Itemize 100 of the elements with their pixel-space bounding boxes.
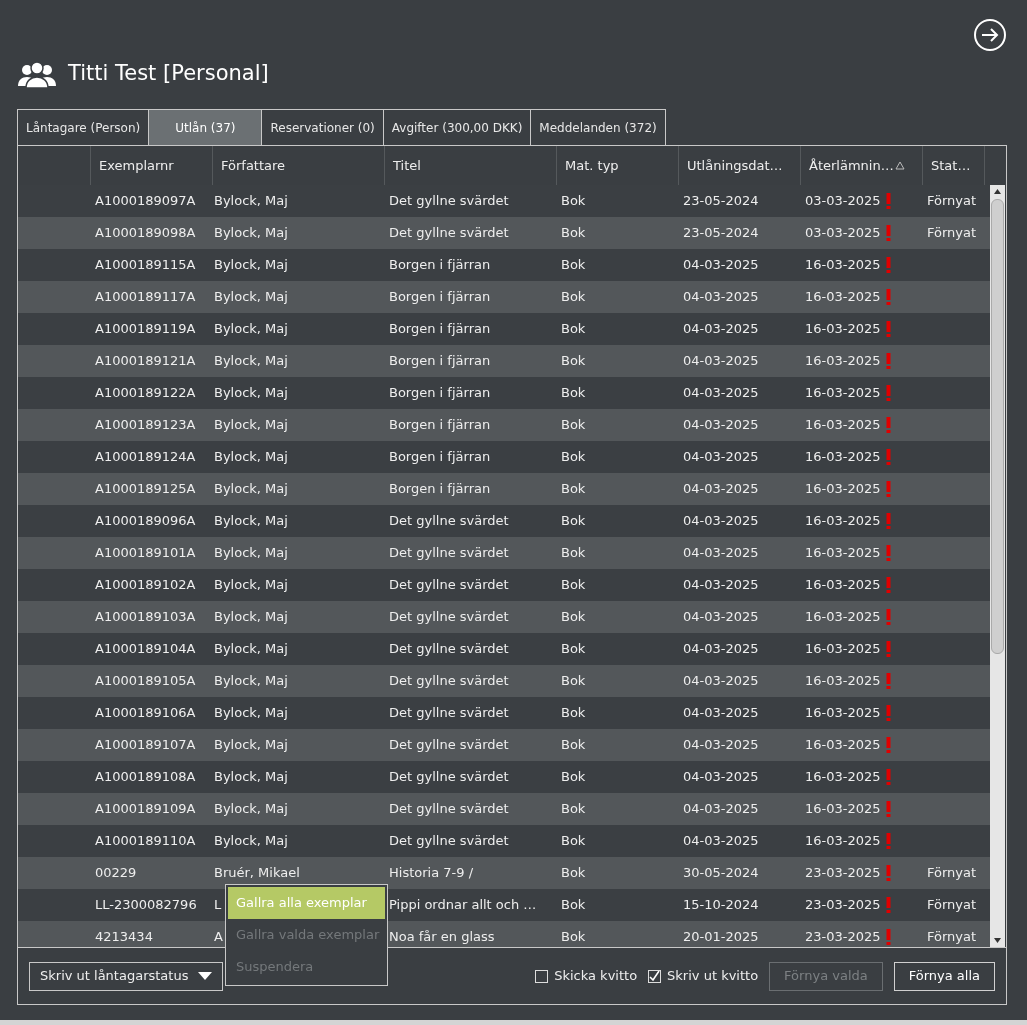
table-cell-text: Förnyat (927, 864, 977, 883)
table-cell-text: Förnyat (927, 928, 977, 947)
table-cell-text: 16-03-2025 (805, 832, 881, 851)
table-cell-text: 16-03-2025 (805, 320, 881, 339)
table-cell-text: 16-03-2025 (805, 288, 881, 307)
table-cell-text: Bylock, Maj (214, 704, 288, 723)
checkbox-label: Skriv ut kvitto (667, 967, 759, 986)
table-cell-text: Bylock, Maj (214, 608, 288, 627)
table-cell-text: Bok (561, 448, 586, 467)
arrow-right-icon[interactable] (973, 18, 1007, 52)
table-cell-text: Bok (561, 800, 586, 819)
table-cell-text: Förnyat (927, 224, 977, 243)
table-cell-text: L (214, 896, 222, 915)
checkbox[interactable] (535, 969, 549, 983)
table-cell-text: Bok (561, 224, 586, 243)
table-cell-text: Bylock, Maj (214, 768, 288, 787)
table-cell-text: 16-03-2025 (805, 736, 881, 755)
table-cell-text: 16-03-2025 (805, 512, 881, 531)
table-cell-text: A1000189124A (95, 448, 196, 467)
table-cell-text: A1000189107A (95, 736, 196, 755)
table-cell-text: Bok (561, 704, 586, 723)
table-cell-text: Bok (561, 864, 586, 883)
scrollbar-thumb[interactable] (991, 199, 1004, 654)
table-cell-text: LL-2300082796 (95, 896, 197, 915)
table-cell-text: Bylock, Maj (214, 384, 288, 403)
table-cell-text: Det gyllne svärdet (389, 640, 509, 659)
table-cell-text: Bok (561, 576, 586, 595)
scrollbar[interactable] (990, 185, 1005, 947)
table-cell-text: Det gyllne svärdet (389, 192, 509, 211)
table-cell-text: 16-03-2025 (805, 800, 881, 819)
table-cell-text: Bok (561, 736, 586, 755)
table-cell-text: Borgen i fjärran (389, 384, 491, 403)
table-cell-text: Bylock, Maj (214, 512, 288, 531)
tab[interactable]: Låntagare (Person) (17, 109, 150, 145)
table-cell-text: Borgen i fjärran (389, 256, 491, 275)
table-cell-text: A1000189115A (95, 256, 196, 275)
table-cell-text: Bok (561, 512, 586, 531)
table-cell-text: 23-03-2025 (805, 896, 881, 915)
table-cell-text: 16-03-2025 (805, 416, 881, 435)
table-cell-text: 16-03-2025 (805, 672, 881, 691)
table-cell-text: Förnyat (927, 192, 977, 211)
print-status-dropdown[interactable]: Skriv ut låntagarstatus (29, 961, 224, 991)
tab[interactable]: Meddelanden (372) (530, 109, 666, 145)
table-cell-text: Bylock, Maj (214, 480, 288, 499)
table-cell-text: 04-03-2025 (683, 352, 759, 371)
table-cell-text: A1000189123A (95, 416, 196, 435)
people-icon (18, 60, 56, 88)
table-cell-text: 04-03-2025 (683, 288, 759, 307)
table-cell-text: 16-03-2025 (805, 608, 881, 627)
table-cell-text: 00229 (95, 864, 137, 883)
table-cell-text: A (214, 928, 223, 947)
table-cell-text: 23-05-2024 (683, 224, 759, 243)
table-cell-text: Bruér, Mikael (214, 864, 300, 883)
table-cell-text: Bok (561, 384, 586, 403)
table-cell-text: Bok (561, 192, 586, 211)
checkbox[interactable] (648, 969, 662, 983)
table-cell-text: 16-03-2025 (805, 640, 881, 659)
table-cell-text: 15-10-2024 (683, 896, 759, 915)
table-cell-text: Bylock, Maj (214, 256, 288, 275)
table-cell-text: Borgen i fjärran (389, 480, 491, 499)
table-cell-text: Bylock, Maj (214, 576, 288, 595)
table-cell-text: 04-03-2025 (683, 640, 759, 659)
table-cell-text: Noa får en glass (389, 928, 495, 947)
table-cell-text: 04-03-2025 (683, 672, 759, 691)
table-cell-text: A1000189097A (95, 192, 196, 211)
page-title: Titti Test [Personal] (68, 60, 269, 88)
table-cell-text: 16-03-2025 (805, 448, 881, 467)
table-cell-text: Bok (561, 352, 586, 371)
checkbox-label: Skicka kvitto (554, 967, 638, 986)
table-cell-text: Bok (561, 608, 586, 627)
table-cell-text: Bylock, Maj (214, 800, 288, 819)
table-cell-text: Bylock, Maj (214, 224, 288, 243)
table-cell-text: 04-03-2025 (683, 576, 759, 595)
table-cell-text: 03-03-2025 (805, 224, 881, 243)
table-cell-text: Bylock, Maj (214, 640, 288, 659)
table-cell-text: 03-03-2025 (805, 192, 881, 211)
table-cell-text: A1000189103A (95, 608, 196, 627)
table-cell-text: 4213434 (95, 928, 153, 947)
table-cell-text: Bylock, Maj (214, 672, 288, 691)
table-cell-text: Bok (561, 832, 586, 851)
table-cell-text: A1000189110A (95, 832, 196, 851)
table-cell-text: Bylock, Maj (214, 448, 288, 467)
table-cell-text: Bylock, Maj (214, 416, 288, 435)
table-cell-text: Bylock, Maj (214, 544, 288, 563)
tab[interactable]: Utlån (37) (148, 109, 263, 145)
table-cell-text: 04-03-2025 (683, 800, 759, 819)
table-cell-text: Borgen i fjärran (389, 288, 491, 307)
table-cell-text: 04-03-2025 (683, 832, 759, 851)
table-cell-text: 16-03-2025 (805, 352, 881, 371)
table-cell-text: A1000189108A (95, 768, 196, 787)
table-cell-text: A1000189098A (95, 224, 196, 243)
table-cell-text: 16-03-2025 (805, 384, 881, 403)
table-cell-text: Bok (561, 288, 586, 307)
table-cell-text: Bylock, Maj (214, 320, 288, 339)
table-cell-text: 04-03-2025 (683, 384, 759, 403)
table-cell-text: Bok (561, 896, 586, 915)
renew-button[interactable]: Förnya alla (893, 961, 995, 991)
table-cell-text: Bylock, Maj (214, 288, 288, 307)
table-cell-text: A1000189109A (95, 800, 196, 819)
table-cell-text: A1000189121A (95, 352, 196, 371)
